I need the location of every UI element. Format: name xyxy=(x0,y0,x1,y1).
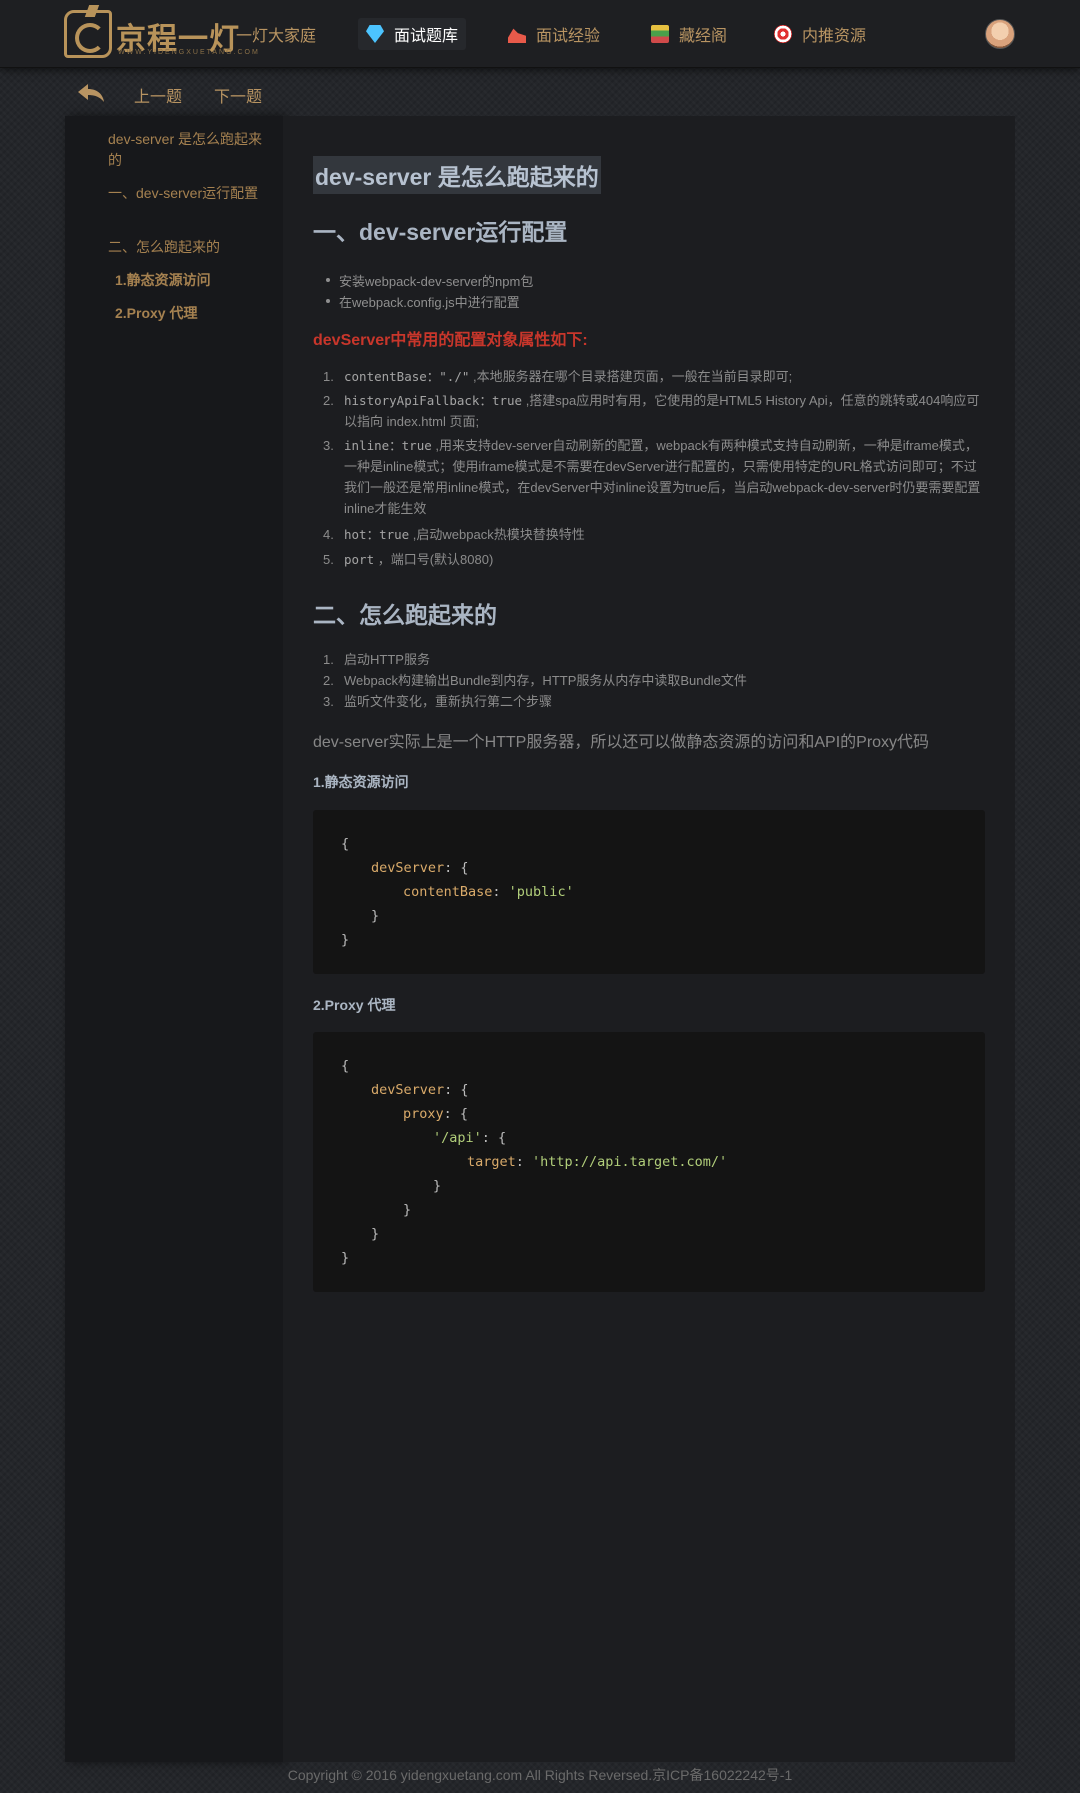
logo-subtext: WWW.YIDENGXUETANG.COM xyxy=(118,49,260,56)
toc-item-static[interactable]: 1.静态资源访问 xyxy=(115,270,265,291)
proxy-heading: 2.Proxy 代理 xyxy=(313,997,396,1013)
logo-mark-icon xyxy=(64,10,112,58)
step-item: 3. 监听文件变化，重新执行第二个步骤 xyxy=(313,691,988,712)
nav-item-library[interactable]: 藏经阁 xyxy=(643,18,735,50)
config-heading: devServer中常用的配置对象属性如下: xyxy=(313,332,588,349)
footer-copyright: Copyright © 2016 yidengxuetang.com All R… xyxy=(287,1767,793,1783)
step-item: 2. Webpack构建输出Bundle到内存，HTTP服务从内存中读取Bund… xyxy=(313,670,988,691)
config-key: inline：true xyxy=(344,438,432,453)
code-token: 'public' xyxy=(508,884,574,900)
nav-label: 面试经验 xyxy=(536,28,601,45)
nav-label: 藏经阁 xyxy=(679,28,728,45)
code-token: : xyxy=(515,1154,533,1170)
config-key: hot：true xyxy=(344,527,410,542)
nav-label: 面试题库 xyxy=(394,28,459,45)
code-token: { xyxy=(341,836,350,852)
books-icon xyxy=(651,25,669,43)
nav-label: 内推资源 xyxy=(802,28,867,45)
step-text: 监听文件变化，重新执行第二个步骤 xyxy=(344,694,553,709)
item-number: 2. xyxy=(323,393,334,408)
site-logo[interactable]: 京程一灯 WWW.YIDENGXUETANG.COM xyxy=(64,8,258,60)
back-arrow-icon[interactable] xyxy=(78,84,104,102)
nav-item-referral[interactable]: 内推资源 xyxy=(766,18,874,50)
item-number: 5. xyxy=(323,552,334,567)
config-key: port xyxy=(344,552,375,567)
code-token: : { xyxy=(444,860,469,876)
code-token: devServer xyxy=(371,860,445,876)
config-item: 2. historyApiFallback：true ,搭建spa应用时有用，它… xyxy=(313,390,988,432)
item-number: 2. xyxy=(323,673,334,688)
code-token: contentBase xyxy=(403,884,493,900)
config-desc: ,本地服务器在哪个目录搭建页面，一般在当前目录即可; xyxy=(469,369,793,384)
code-token: : xyxy=(492,884,509,900)
code-token: : { xyxy=(444,1082,469,1098)
nav-item-experience[interactable]: 面试经验 xyxy=(500,18,608,50)
code-token: } xyxy=(341,932,350,948)
code-token: } xyxy=(403,1202,412,1218)
toc-item-section2[interactable]: 二、怎么跑起来的 xyxy=(108,237,268,258)
code-token: : { xyxy=(481,1130,507,1146)
toc-sidebar: dev-server 是怎么跑起来的 一、dev-server运行配置 二、怎么… xyxy=(65,116,283,1762)
code-token: } xyxy=(433,1178,442,1194)
code-block-proxy: { devServer: { proxy: { '/api': { target… xyxy=(313,1032,985,1292)
step-text: 启动HTTP服务 xyxy=(344,652,430,667)
code-token: } xyxy=(371,1226,380,1242)
diamond-icon xyxy=(366,25,384,43)
target-icon xyxy=(774,25,792,43)
code-token: '/api' xyxy=(433,1130,482,1146)
config-item: 1. contentBase："./" ,本地服务器在哪个目录搭建页面，一般在当… xyxy=(313,366,988,387)
shoe-icon xyxy=(508,28,526,43)
config-desc: ，端口号(默认8080) xyxy=(374,552,494,567)
step-item: 1. 启动HTTP服务 xyxy=(313,649,988,670)
config-item: 5. port ，端口号(默认8080) xyxy=(313,549,988,570)
code-token: } xyxy=(371,908,380,924)
item-number: 1. xyxy=(323,369,334,384)
user-avatar[interactable] xyxy=(985,19,1015,49)
code-token: { xyxy=(341,1058,350,1074)
item-number: 3. xyxy=(323,694,334,709)
code-token: 'http://api.target.com/' xyxy=(532,1154,728,1170)
nav-item-family[interactable]: 一灯大家庭 xyxy=(228,18,324,50)
config-key: contentBase："./" xyxy=(344,369,470,384)
item-number: 1. xyxy=(323,652,334,667)
section1-heading: 一、dev-server运行配置 xyxy=(313,219,568,245)
config-desc: ,启动webpack热模块替换特性 xyxy=(409,527,585,542)
config-key: historyApiFallback：true xyxy=(344,393,523,408)
toc-item-proxy[interactable]: 2.Proxy 代理 xyxy=(115,303,265,324)
static-access-heading: 1.静态资源访问 xyxy=(313,774,409,790)
config-item: 3. inline：true ,用来支持dev-server自动刷新的配置，we… xyxy=(313,435,988,519)
next-question-link[interactable]: 下一题 xyxy=(214,83,262,107)
summary-paragraph: dev-server实际上是一个HTTP服务器，所以还可以做静态资源的访问和AP… xyxy=(313,734,930,751)
nav-label: 一灯大家庭 xyxy=(236,28,317,45)
step-text: Webpack构建输出Bundle到内存，HTTP服务从内存中读取Bundle文… xyxy=(344,673,747,688)
config-desc: ,用来支持dev-server自动刷新的配置，webpack有两种模式支持自动刷… xyxy=(344,438,981,516)
article-title: dev-server 是怎么跑起来的 xyxy=(313,156,601,194)
prev-question-link[interactable]: 上一题 xyxy=(134,83,182,107)
toc-item-title[interactable]: dev-server 是怎么跑起来的 xyxy=(108,129,268,171)
config-item: 4. hot：true ,启动webpack热模块替换特性 xyxy=(313,524,988,545)
section2-heading: 二、怎么跑起来的 xyxy=(313,602,497,628)
article-content: dev-server 是怎么跑起来的 一、dev-server运行配置 安装we… xyxy=(283,116,1015,1762)
item-number: 3. xyxy=(323,438,334,453)
bullet-item: 安装webpack-dev-server的npm包 xyxy=(325,271,533,290)
toc-item-section1[interactable]: 一、dev-server运行配置 xyxy=(108,183,268,204)
code-token: proxy xyxy=(403,1106,444,1122)
item-number: 4. xyxy=(323,527,334,542)
code-block-static: { devServer: { contentBase: 'public' } } xyxy=(313,810,985,974)
top-navbar: 京程一灯 WWW.YIDENGXUETANG.COM 一灯大家庭 面试题库 面试… xyxy=(0,0,1080,68)
code-token: devServer xyxy=(371,1082,445,1098)
code-token: : { xyxy=(443,1106,469,1122)
code-token: target xyxy=(467,1154,516,1170)
nav-item-question-bank[interactable]: 面试题库 xyxy=(358,18,467,50)
bullet-item: 在webpack.config.js中进行配置 xyxy=(326,292,520,311)
code-token: } xyxy=(341,1250,350,1266)
